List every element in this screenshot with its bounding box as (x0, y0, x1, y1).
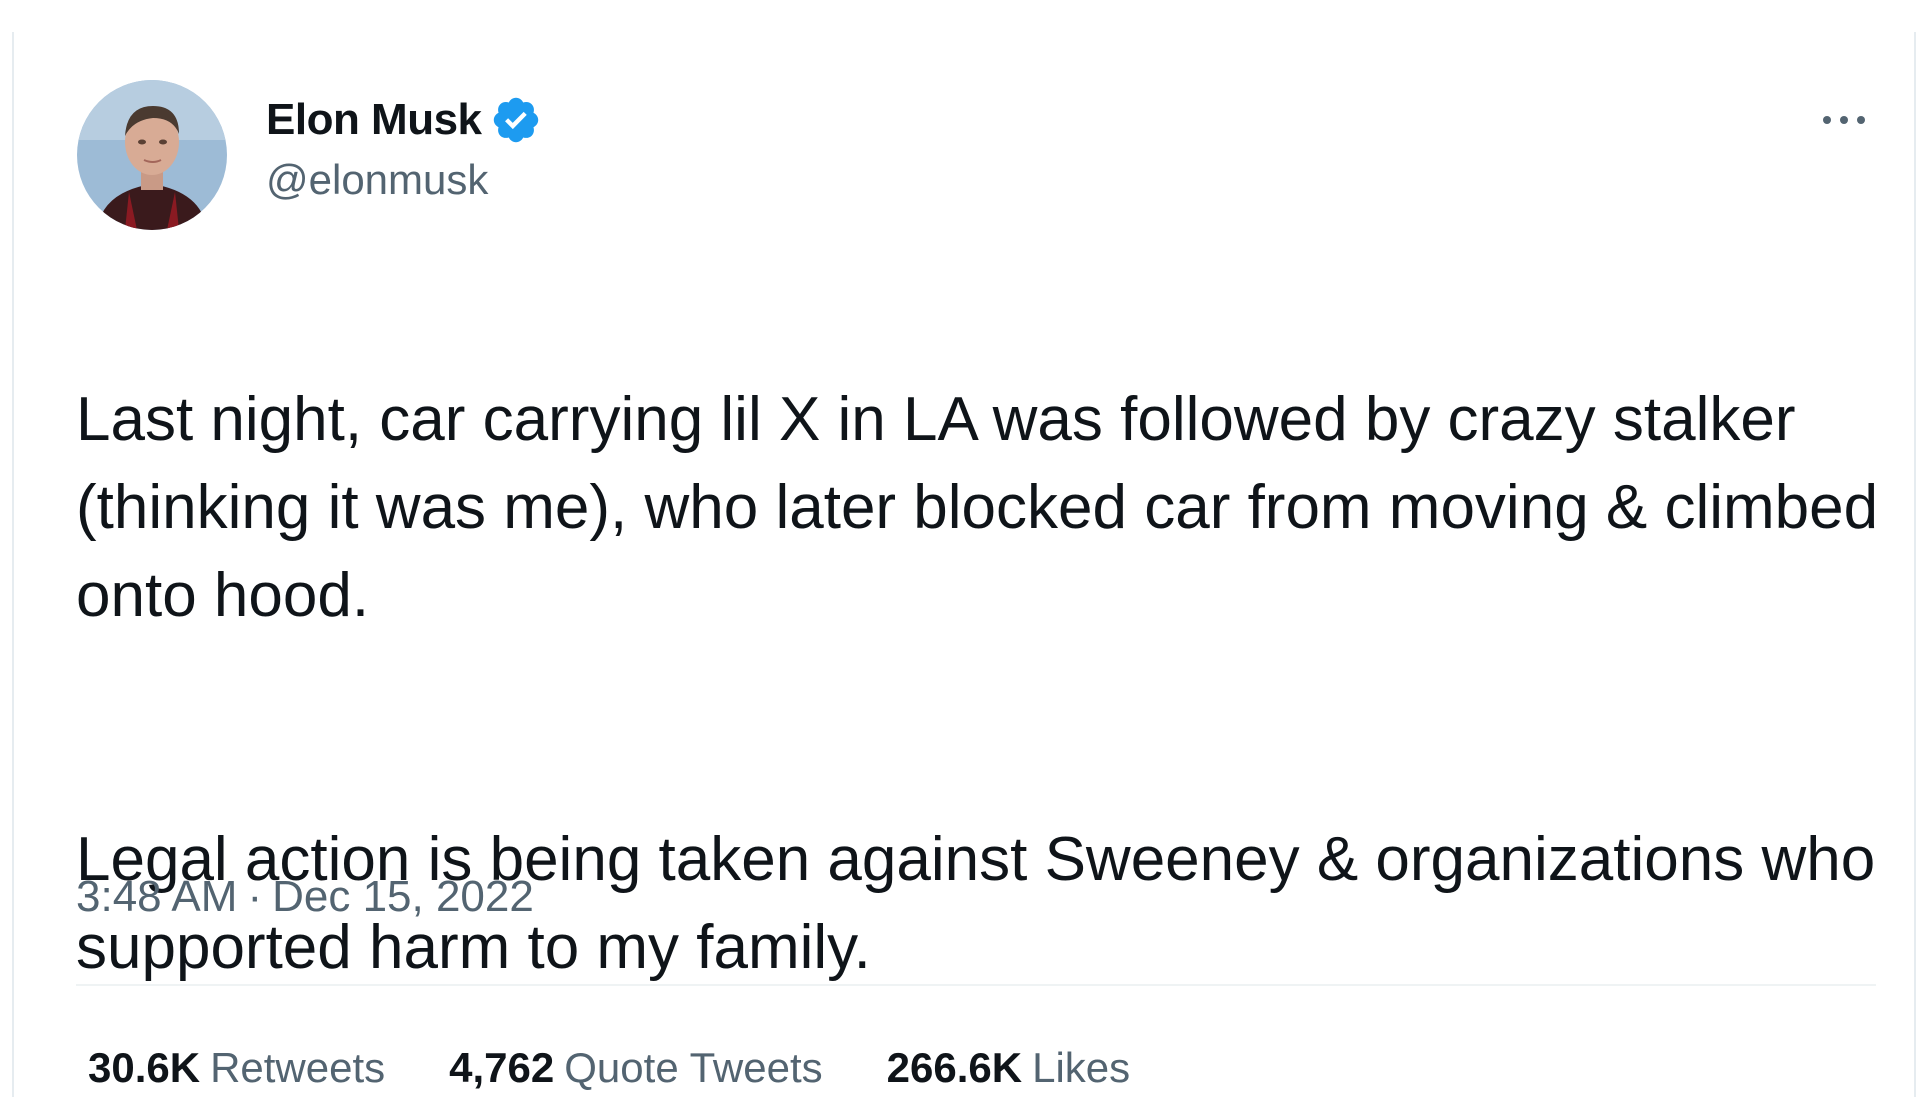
author-name[interactable]: Elon Musk (266, 95, 482, 145)
divider (76, 984, 1876, 986)
more-options-button[interactable] (1814, 100, 1874, 140)
tweet-date: Dec 15, 2022 (272, 872, 534, 921)
stats-row: 30.6K Retweets 4,762 Quote Tweets 266.6K Li… (88, 1044, 1194, 1092)
retweets-label: Retweets (210, 1044, 386, 1091)
quote-tweets-stat[interactable]: 4,762 Quote Tweets (449, 1044, 823, 1092)
avatar-image (77, 80, 227, 230)
author-name-row[interactable]: Elon Musk (266, 90, 542, 150)
timestamp-link[interactable]: 3:48 AM · Dec 15, 2022 (76, 872, 534, 922)
tweet-text: Last night, car carrying lil X in LA was… (76, 288, 1896, 1080)
tweet-paragraph: Last night, car carrying lil X in LA was… (76, 385, 1879, 630)
retweets-count: 30.6K (88, 1044, 201, 1091)
tweet-card: Elon Musk @elonmusk Last night, car carr… (12, 32, 1916, 1097)
avatar[interactable] (77, 80, 227, 230)
verified-badge-icon (490, 94, 542, 146)
likes-stat[interactable]: 266.6K Likes (887, 1044, 1131, 1092)
quote-tweets-count: 4,762 (449, 1044, 555, 1091)
retweets-stat[interactable]: 30.6K Retweets (88, 1044, 385, 1092)
quote-tweets-label: Quote Tweets (564, 1044, 823, 1091)
author-handle[interactable]: @elonmusk (266, 156, 488, 204)
timestamp-separator: · (247, 872, 263, 921)
likes-label: Likes (1032, 1044, 1131, 1091)
more-options-icon (1823, 116, 1865, 124)
tweet-time: 3:48 AM (76, 872, 238, 921)
likes-count: 266.6K (886, 1044, 1023, 1091)
